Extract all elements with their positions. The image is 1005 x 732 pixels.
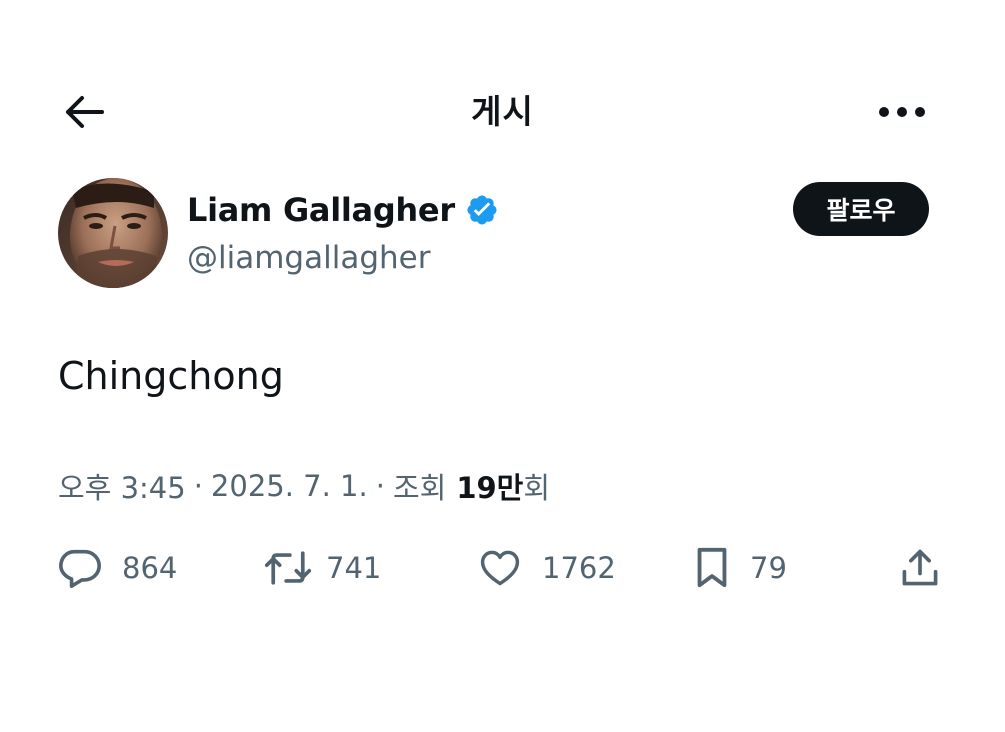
page-title: 게시 <box>471 92 534 131</box>
share-icon <box>896 544 944 592</box>
share-button[interactable] <box>896 540 944 596</box>
bookmark-button[interactable]: 79 <box>688 540 787 596</box>
views-label: 조회 <box>392 471 447 505</box>
like-button[interactable]: 1762 <box>476 540 616 596</box>
verified-badge-icon <box>465 193 499 227</box>
more-icon <box>879 107 925 117</box>
more-options-button[interactable] <box>872 88 932 136</box>
reply-button[interactable]: 864 <box>56 540 177 596</box>
bookmark-count: 79 <box>750 551 787 585</box>
profile-photo <box>58 178 168 288</box>
like-count: 1762 <box>542 551 616 585</box>
reply-count: 864 <box>122 551 178 585</box>
author-name-row: Liam Gallagher <box>187 186 499 234</box>
post-time[interactable]: 오후 3:45 <box>58 465 186 507</box>
retweet-icon <box>264 544 312 592</box>
views-count: 19만 <box>456 471 524 505</box>
views-suffix: 회 <box>523 471 551 505</box>
avatar[interactable] <box>58 178 168 288</box>
author-handle[interactable]: @liamgallagher <box>187 236 430 280</box>
meta-separator: · <box>193 469 203 503</box>
post-text: Chingchong <box>58 354 284 398</box>
retweet-count: 741 <box>326 551 382 585</box>
heart-icon <box>476 544 524 592</box>
post-meta: 오후 3:45 · 2025. 7. 1. · 조회 19만 회 <box>58 462 550 510</box>
author-name[interactable]: Liam Gallagher <box>187 191 455 229</box>
meta-separator: · <box>375 469 385 503</box>
bookmark-icon <box>688 544 736 592</box>
reply-icon <box>56 544 104 592</box>
follow-button[interactable]: 팔로우 <box>793 182 929 236</box>
top-bar: 게시 <box>0 70 1005 150</box>
post-date[interactable]: 2025. 7. 1. <box>211 469 368 503</box>
retweet-button[interactable]: 741 <box>264 540 381 596</box>
